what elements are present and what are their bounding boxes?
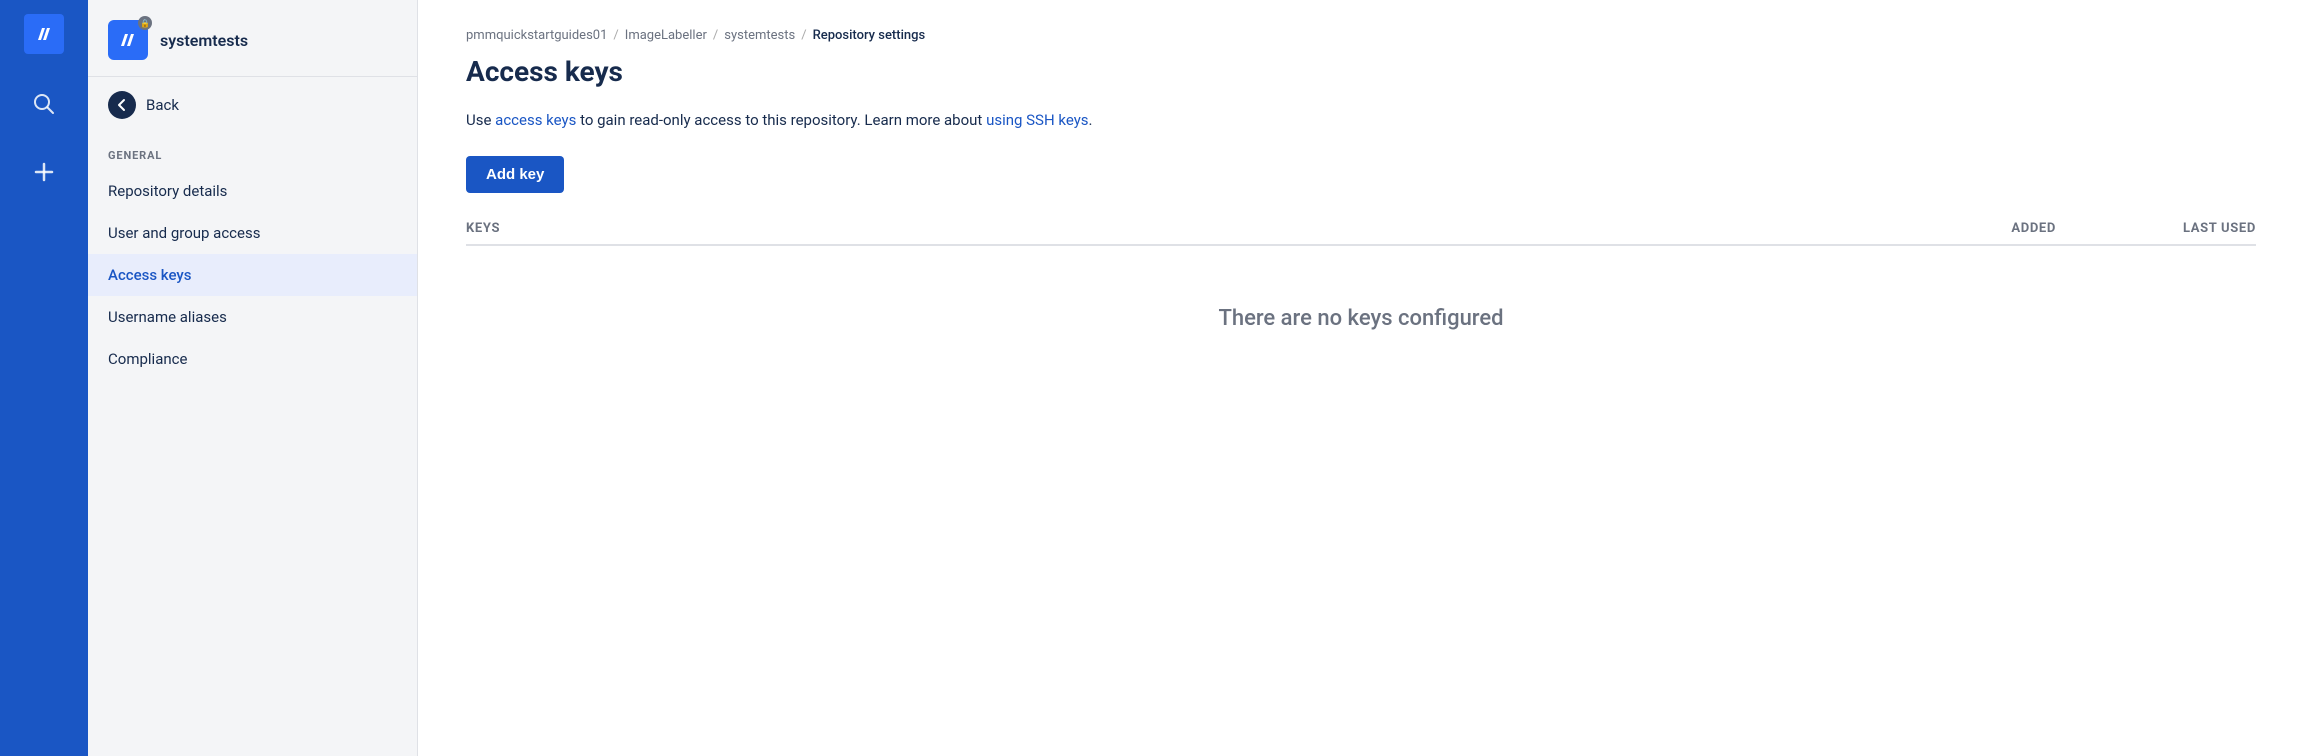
sidebar-item-label: Repository details	[108, 182, 227, 200]
sidebar-item-access-keys[interactable]: Access keys	[88, 254, 417, 296]
logo-icon	[24, 14, 64, 54]
back-button[interactable]: Back	[88, 77, 417, 133]
page-title: Access keys	[466, 55, 2256, 88]
breadcrumb-item-1[interactable]: pmmquickstartguides01	[466, 28, 607, 43]
breadcrumb: pmmquickstartguides01 / ImageLabeller / …	[466, 28, 2256, 43]
sidebar-item-user-group-access[interactable]: User and group access	[88, 212, 417, 254]
table-header: Keys Added Last used	[466, 221, 2256, 246]
sidebar: 🔒 systemtests Back GENERAL Repository de…	[88, 0, 418, 756]
breadcrumb-sep-1: /	[613, 28, 618, 43]
sidebar-item-username-aliases[interactable]: Username aliases	[88, 296, 417, 338]
search-nav-item[interactable]	[24, 84, 64, 124]
breadcrumb-sep-2: /	[713, 28, 718, 43]
sidebar-item-label: Username aliases	[108, 308, 227, 326]
breadcrumb-item-4: Repository settings	[813, 28, 926, 43]
repo-name: systemtests	[160, 31, 248, 50]
repo-icon: 🔒	[108, 20, 148, 60]
lock-badge: 🔒	[138, 16, 152, 30]
sidebar-header: 🔒 systemtests	[88, 0, 417, 77]
sidebar-item-label: Compliance	[108, 350, 187, 368]
back-icon	[108, 91, 136, 119]
breadcrumb-sep-3: /	[801, 28, 806, 43]
general-section-label: GENERAL	[88, 133, 417, 170]
description-prefix: Use	[466, 111, 495, 129]
add-nav-item[interactable]	[24, 152, 64, 192]
access-keys-link[interactable]: access keys	[495, 111, 576, 129]
description-suffix: .	[1089, 111, 1093, 129]
breadcrumb-item-3[interactable]: systemtests	[724, 28, 795, 43]
description-middle: to gain read-only access to this reposit…	[576, 111, 986, 129]
col-added: Added	[1836, 221, 2056, 236]
global-nav	[0, 0, 88, 756]
empty-state-message: There are no keys configured	[466, 246, 2256, 391]
sidebar-item-label: Access keys	[108, 266, 192, 284]
col-keys: Keys	[466, 221, 1836, 236]
sidebar-item-label: User and group access	[108, 224, 260, 242]
breadcrumb-item-2[interactable]: ImageLabeller	[625, 28, 707, 43]
back-label: Back	[146, 96, 179, 114]
ssh-keys-link[interactable]: using SSH keys	[986, 111, 1088, 129]
main-content: pmmquickstartguides01 / ImageLabeller / …	[418, 0, 2304, 756]
col-last-used: Last used	[2056, 221, 2256, 236]
sidebar-item-compliance[interactable]: Compliance	[88, 338, 417, 380]
global-logo[interactable]	[22, 12, 66, 56]
description: Use access keys to gain read-only access…	[466, 108, 2256, 132]
add-key-button[interactable]: Add key	[466, 156, 564, 193]
sidebar-item-repository-details[interactable]: Repository details	[88, 170, 417, 212]
